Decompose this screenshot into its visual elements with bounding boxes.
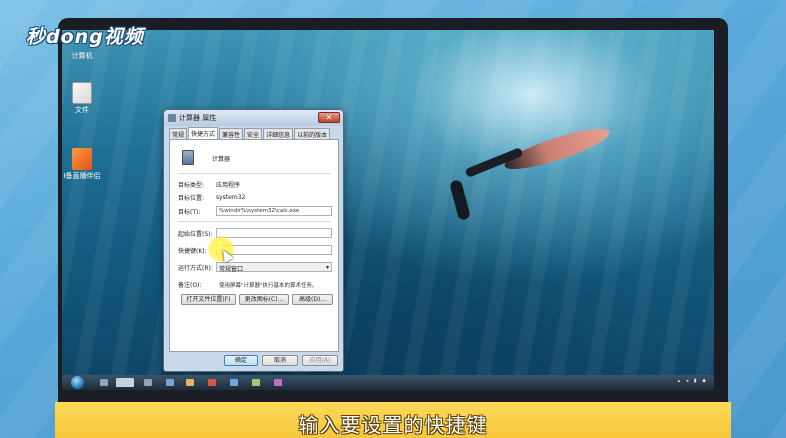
live-assistant-icon bbox=[72, 148, 92, 170]
comment-label: 备注(O): bbox=[178, 281, 202, 289]
taskbar-app-icon[interactable] bbox=[208, 379, 216, 386]
file-icon bbox=[72, 82, 92, 104]
brand-logo: 秒dong视频 bbox=[26, 26, 144, 48]
start-in-label: 起始位置(S): bbox=[178, 230, 213, 238]
taskbar-app-icon[interactable] bbox=[100, 379, 108, 386]
ok-button[interactable]: 确定 bbox=[224, 355, 258, 366]
start-in-input[interactable] bbox=[216, 228, 332, 238]
shortcut-panel: 计算器 目标类型: 应用程序 目标位置: system32 目标(T): %wi… bbox=[169, 139, 339, 352]
tab-compatibility[interactable]: 兼容性 bbox=[219, 128, 244, 139]
taskbar-app-icon[interactable] bbox=[252, 379, 260, 386]
dialog-title: 计算器 属性 bbox=[179, 114, 217, 122]
divider bbox=[178, 173, 330, 174]
target-location-value: system32 bbox=[216, 194, 246, 201]
taskbar-app-icon[interactable] bbox=[230, 379, 238, 386]
tab-general[interactable]: 常规 bbox=[169, 128, 188, 139]
tab-previous-versions[interactable]: 以前的版本 bbox=[294, 128, 331, 139]
target-input[interactable]: %windir%\system32\calc.exe bbox=[216, 206, 332, 216]
change-icon-button[interactable]: 更改图标(C)... bbox=[239, 294, 289, 305]
open-file-location-button[interactable]: 打开文件位置(F) bbox=[181, 294, 236, 305]
desktop-icon-live-assistant[interactable]: I备直播伴侣 bbox=[62, 148, 102, 181]
cancel-button[interactable]: 取消 bbox=[262, 355, 298, 366]
advanced-button[interactable]: 高级(D)... bbox=[292, 294, 333, 305]
run-select-value: 常规窗口 bbox=[219, 266, 244, 273]
properties-dialog: 计算器 属性 ✕ 常规 快捷方式 兼容性 安全 详细信息 以前的版本 计算器 目… bbox=[163, 109, 344, 372]
tab-security[interactable]: 安全 bbox=[244, 128, 263, 139]
close-button[interactable]: ✕ bbox=[318, 112, 340, 123]
app-name: 计算器 bbox=[212, 156, 231, 163]
calculator-icon bbox=[168, 114, 176, 122]
tab-shortcut[interactable]: 快捷方式 bbox=[188, 127, 219, 139]
taskbar-app-icon[interactable] bbox=[186, 379, 194, 386]
start-button[interactable] bbox=[71, 376, 84, 389]
desktop-icon-label: I备直播伴侣 bbox=[63, 172, 101, 180]
run-select[interactable]: 常规窗口 ▾ bbox=[216, 262, 332, 273]
desktop-screen: 计算机 文件 I备直播伴侣 bbox=[62, 30, 714, 390]
system-tray[interactable]: ▴ ◂ ▮ ◆ bbox=[678, 378, 708, 384]
chevron-down-icon: ▾ bbox=[325, 264, 329, 271]
taskbar-app-icon[interactable] bbox=[144, 379, 152, 386]
target-type-value: 应用程序 bbox=[216, 182, 241, 189]
dialog-titlebar[interactable]: 计算器 属性 bbox=[164, 110, 343, 126]
desktop-icon-computer[interactable]: 计算机 bbox=[62, 52, 102, 61]
taskbar-app-icon[interactable] bbox=[166, 379, 174, 386]
taskbar-app-icon[interactable] bbox=[274, 379, 282, 386]
tab-strip: 常规 快捷方式 兼容性 安全 详细信息 以前的版本 bbox=[169, 127, 338, 139]
run-label: 运行方式(R): bbox=[178, 264, 213, 272]
desktop-icon-label: 计算机 bbox=[71, 52, 93, 60]
divider bbox=[178, 221, 330, 222]
comment-input[interactable]: 使用屏幕"计算器"执行基本的算术任务。 bbox=[216, 279, 332, 289]
apply-button[interactable]: 应用(A) bbox=[302, 355, 338, 366]
target-location-label: 目标位置: bbox=[178, 195, 205, 202]
target-label: 目标(T): bbox=[178, 208, 201, 216]
tab-details[interactable]: 详细信息 bbox=[263, 128, 294, 139]
taskbar-active-window-icon[interactable] bbox=[116, 378, 134, 387]
calculator-app-icon bbox=[182, 150, 194, 165]
taskbar: ▴ ◂ ▮ ◆ bbox=[62, 375, 714, 390]
target-type-label: 目标类型: bbox=[178, 182, 205, 189]
subtitle-caption: 输入要设置的快捷键 bbox=[298, 413, 488, 437]
desktop-icon-label: 文件 bbox=[75, 106, 89, 114]
desktop-icon-file[interactable]: 文件 bbox=[62, 82, 102, 115]
